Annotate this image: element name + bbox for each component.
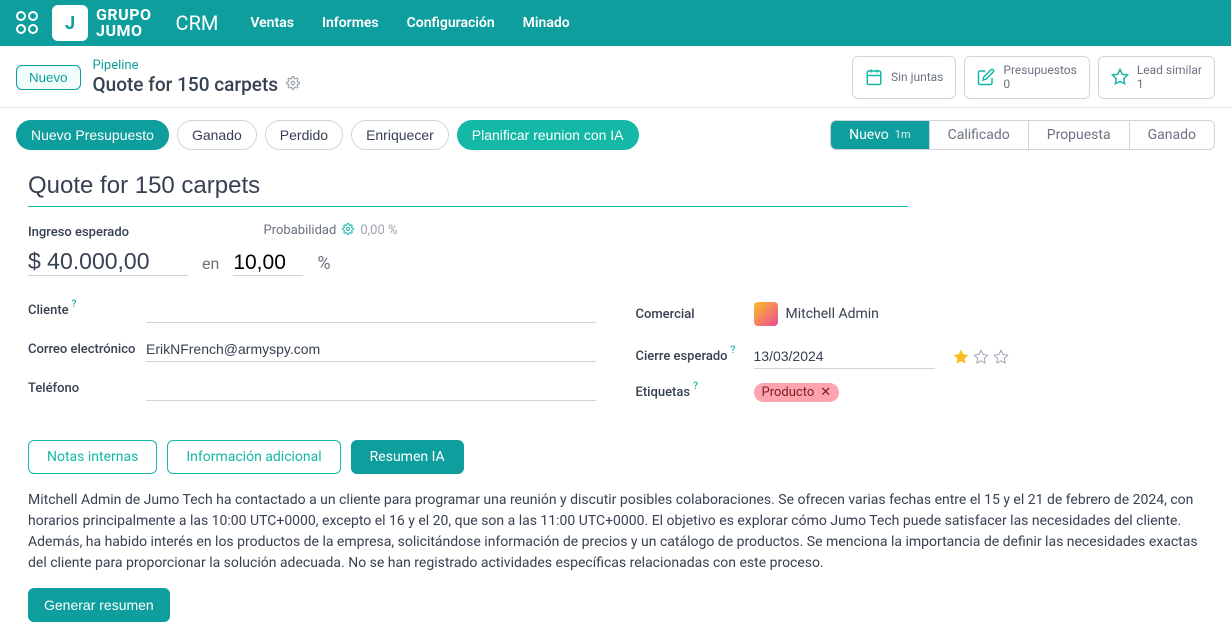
- email-input[interactable]: [146, 337, 596, 362]
- tag-remove-icon[interactable]: ✕: [820, 385, 831, 400]
- avatar: [754, 302, 778, 326]
- generate-summary-button[interactable]: Generar resumen: [28, 588, 170, 622]
- probability-auto: 0,00 %: [360, 223, 397, 238]
- priority-stars: [953, 349, 1009, 365]
- email-label: Correo electrónico: [28, 342, 146, 357]
- gear-icon[interactable]: [286, 76, 300, 94]
- nav-minado[interactable]: Minado: [523, 15, 570, 31]
- control-bar-stats: Sin juntas Presupuestos0 Lead similar1: [844, 56, 1215, 99]
- edit-icon: [977, 68, 995, 86]
- tabs: Notas internas Información adicional Res…: [28, 440, 1203, 474]
- close-date-label: Cierre esperado?: [636, 349, 754, 364]
- form-left-column: Cliente? Correo electrónico Teléfono: [28, 298, 596, 416]
- expected-revenue-input[interactable]: [28, 248, 188, 276]
- stage-bar: Nuevo1m Calificado Propuesta Ganado: [830, 120, 1215, 150]
- help-icon[interactable]: ?: [72, 299, 77, 314]
- stage-duration: 1m: [895, 128, 911, 141]
- action-bar: Nuevo Presupuesto Ganado Perdido Enrique…: [0, 108, 1231, 162]
- tags-field[interactable]: Producto ✕: [754, 383, 840, 402]
- brand-logo[interactable]: J GRUPO JUMO: [52, 5, 152, 41]
- tags-label: Etiquetas?: [636, 385, 754, 400]
- new-record-button[interactable]: Nuevo: [16, 65, 81, 90]
- ai-summary-content: Mitchell Admin de Jumo Tech ha contactad…: [28, 490, 1203, 574]
- breadcrumb-pipeline-link[interactable]: Pipeline: [93, 58, 301, 73]
- plan-ai-meeting-button[interactable]: Planificar reunion con IA: [457, 120, 639, 150]
- salesperson-label: Comercial: [636, 307, 754, 322]
- breadcrumb: Pipeline Quote for 150 carpets: [93, 58, 301, 96]
- form-right-column: Comercial Mitchell Admin Cierre esperado…: [636, 298, 1204, 416]
- tab-extra-info[interactable]: Información adicional: [167, 440, 340, 474]
- stat-meetings-button[interactable]: Sin juntas: [852, 56, 956, 99]
- new-quote-button[interactable]: Nuevo Presupuesto: [16, 120, 169, 150]
- won-button[interactable]: Ganado: [177, 120, 257, 150]
- nav-menu: Ventas Informes Configuración Minado: [250, 15, 569, 31]
- top-navbar: J GRUPO JUMO CRM Ventas Informes Configu…: [0, 0, 1231, 46]
- tab-ai-summary[interactable]: Resumen IA: [351, 440, 464, 474]
- app-name[interactable]: CRM: [176, 11, 219, 35]
- customer-input[interactable]: [146, 298, 596, 323]
- stat-similar-count: 1: [1137, 77, 1202, 91]
- logo-icon: J: [52, 5, 88, 41]
- percent-label: %: [317, 253, 330, 274]
- close-date-input[interactable]: [754, 344, 935, 369]
- calendar-icon: [865, 68, 883, 86]
- help-icon[interactable]: ?: [731, 345, 736, 360]
- nav-ventas[interactable]: Ventas: [250, 15, 294, 31]
- stat-similar-button[interactable]: Lead similar1: [1098, 56, 1215, 99]
- probability-input[interactable]: [233, 251, 303, 276]
- stat-similar-label: Lead similar: [1137, 63, 1202, 77]
- probability-label: Probabilidad 0,00 %: [264, 223, 398, 239]
- stat-meetings-label: Sin juntas: [891, 70, 943, 84]
- stage-propuesta[interactable]: Propuesta: [1029, 121, 1130, 149]
- star-1-icon[interactable]: [953, 349, 969, 365]
- nav-informes[interactable]: Informes: [322, 15, 379, 31]
- customer-label: Cliente?: [28, 303, 146, 318]
- star-3-icon[interactable]: [993, 349, 1009, 365]
- form-sheet: Ingreso esperado en % Probabilidad 0,00 …: [0, 162, 1231, 643]
- phone-input[interactable]: [146, 376, 596, 401]
- en-label: en: [202, 254, 219, 273]
- nav-configuracion[interactable]: Configuración: [407, 15, 495, 31]
- phone-label: Teléfono: [28, 381, 146, 396]
- probability-gear-icon[interactable]: [342, 223, 354, 239]
- lost-button[interactable]: Perdido: [265, 120, 343, 150]
- star-icon: [1111, 68, 1129, 86]
- logo-text: GRUPO JUMO: [96, 7, 152, 39]
- stage-nuevo[interactable]: Nuevo1m: [831, 121, 930, 149]
- salesperson-value[interactable]: Mitchell Admin: [754, 298, 1204, 330]
- tab-notes[interactable]: Notas internas: [28, 440, 157, 474]
- stage-calificado[interactable]: Calificado: [930, 121, 1029, 149]
- help-icon[interactable]: ?: [693, 381, 698, 396]
- enrich-button[interactable]: Enriquecer: [351, 120, 449, 150]
- stat-quotes-count: 0: [1003, 77, 1076, 91]
- star-2-icon[interactable]: [973, 349, 989, 365]
- tag-producto: Producto ✕: [754, 383, 840, 402]
- stat-quotes-button[interactable]: Presupuestos0: [964, 56, 1089, 99]
- apps-icon[interactable]: [16, 11, 40, 35]
- page-title-text: Quote for 150 carpets: [93, 73, 279, 96]
- opportunity-title-input[interactable]: [28, 166, 908, 207]
- control-bar: Nuevo Pipeline Quote for 150 carpets Sin…: [0, 46, 1231, 108]
- stat-quotes-label: Presupuestos: [1003, 63, 1076, 77]
- page-title: Quote for 150 carpets: [93, 73, 301, 96]
- stage-ganado[interactable]: Ganado: [1130, 121, 1214, 149]
